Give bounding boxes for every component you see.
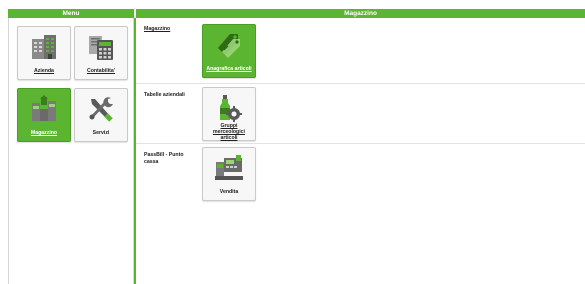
menu-tile-azienda[interactable]: Azienda	[17, 26, 71, 80]
section-title: PassBill - Punto cassa	[144, 152, 184, 165]
section-passbill: PassBill - Punto cassa Vendita	[136, 144, 585, 206]
menu-tile-label: Servizi	[92, 130, 110, 136]
menu-panel: Azienda Contabilita' Magazzino Servizi	[8, 18, 134, 284]
cash-register-icon	[215, 155, 243, 180]
tags-icon	[218, 34, 240, 58]
menu-tile-label: Magazzino	[30, 130, 58, 136]
tile-label: Anagrafica articoli	[206, 66, 252, 72]
menu-tile-contabilita[interactable]: Contabilita'	[74, 26, 128, 80]
menu-header-title: Menu	[8, 9, 134, 18]
menu-tile-label: Contabilita'	[86, 68, 116, 74]
tools-icon	[89, 97, 113, 122]
tile-anagrafica-articoli[interactable]: Anagrafica articoli	[202, 24, 256, 78]
tile-vendita[interactable]: Vendita	[202, 147, 256, 201]
section-title: Magazzino	[144, 26, 171, 32]
calculator-icon	[89, 36, 113, 60]
menu-tile-label: Azienda	[34, 68, 54, 74]
tile-gruppi-merceologici[interactable]: Gruppi merceologici articoli	[202, 87, 256, 141]
tile-label: Gruppi merceologici articoli	[212, 123, 245, 141]
warehouse-icon	[32, 95, 56, 121]
section-magazzino: Magazzino Anagrafica articoli	[136, 18, 585, 84]
section-tabelle-aziendali: Tabelle aziendali Gruppi merceologici ar…	[136, 84, 585, 144]
tile-label: Vendita	[219, 189, 239, 195]
section-title: Tabelle aziendali	[144, 92, 185, 98]
menu-tile-servizi[interactable]: Servizi	[74, 88, 128, 142]
menu-tile-magazzino[interactable]: Magazzino	[17, 88, 71, 142]
header-bar: Menu Magazzino	[8, 9, 585, 18]
main-header-title: Magazzino	[136, 9, 585, 18]
building-icon	[32, 35, 56, 59]
bottle-gear-icon	[220, 95, 242, 122]
